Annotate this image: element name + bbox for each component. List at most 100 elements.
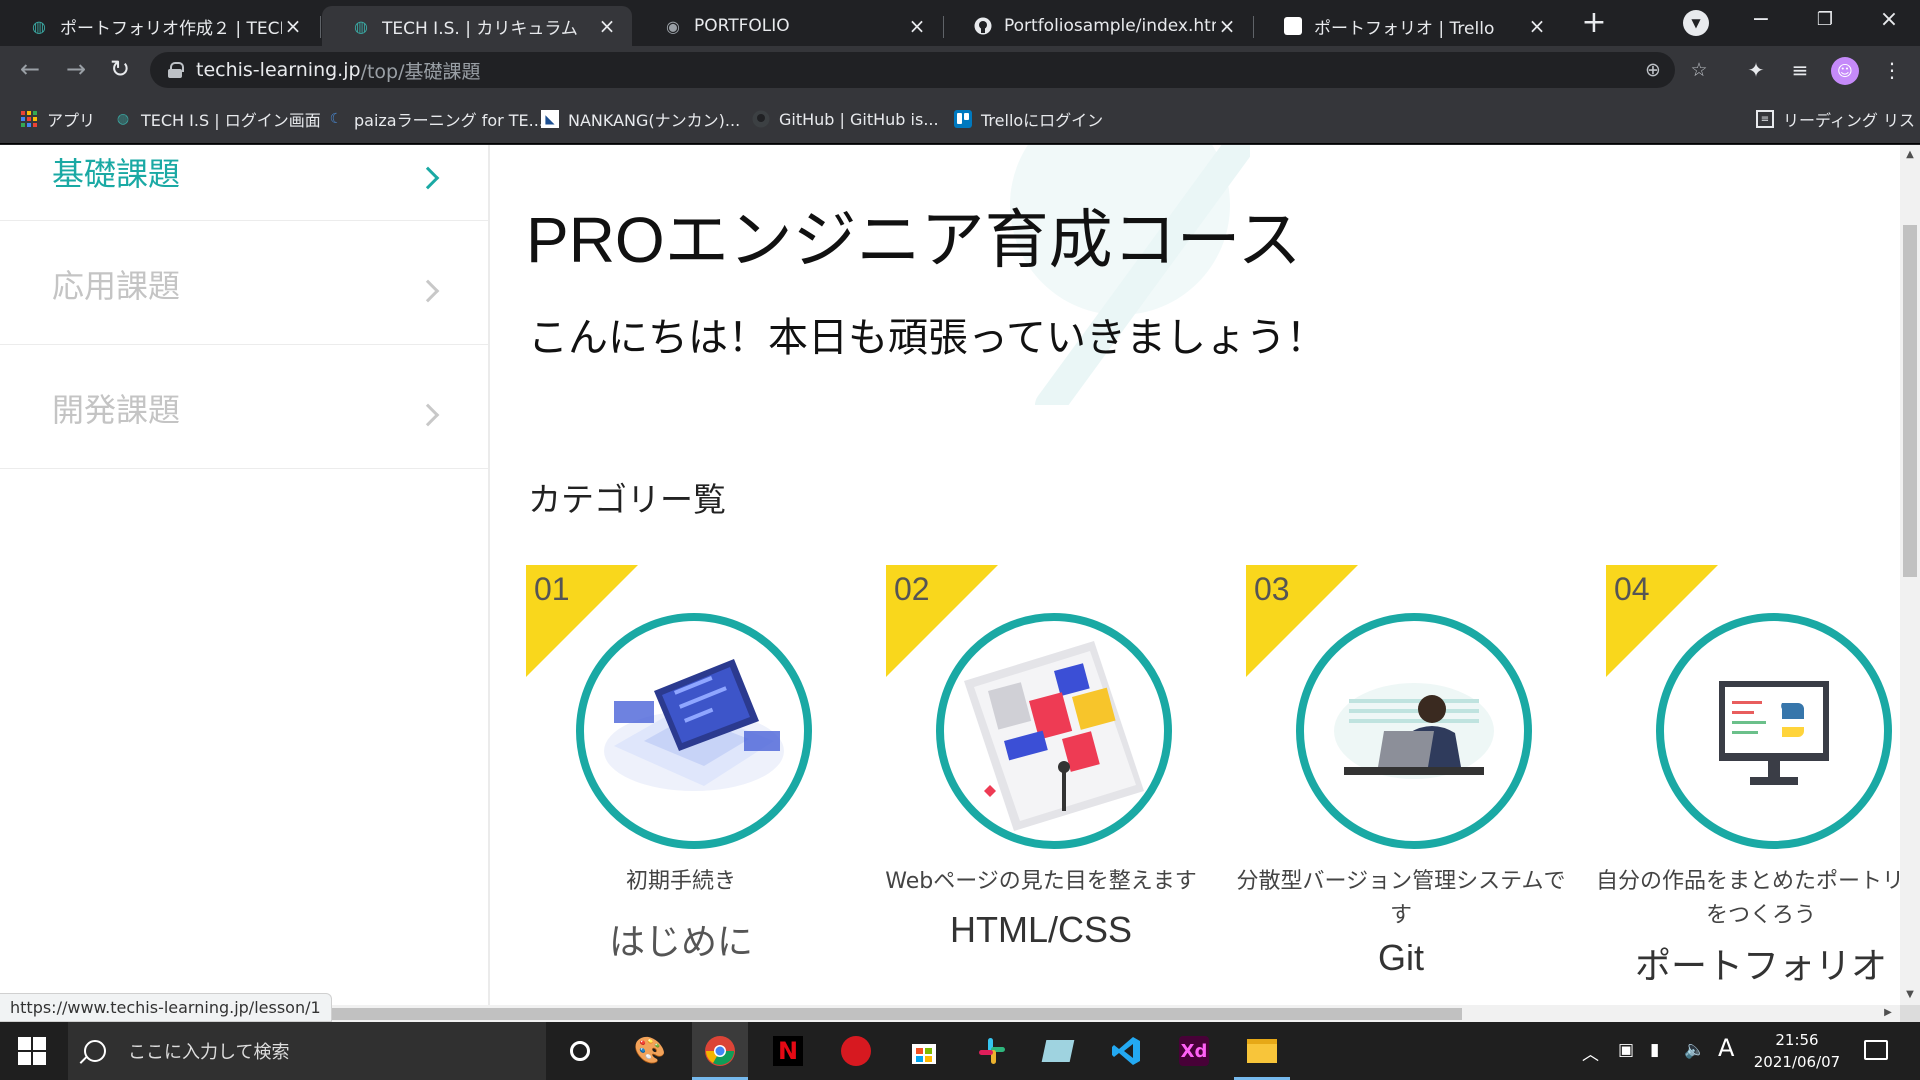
restore-button[interactable]: ❐	[1800, 4, 1850, 38]
bookmark-trello[interactable]: Trelloにログイン	[954, 106, 1103, 132]
forward-button[interactable]: →	[60, 54, 92, 86]
tab-title: Portfoliosample/index.html at	[1004, 16, 1216, 36]
chrome-app-icon[interactable]	[692, 1033, 748, 1080]
card-number: 03	[1254, 571, 1290, 607]
vscode-app-icon[interactable]	[1108, 1033, 1144, 1069]
category-card-portfolio[interactable]: 04 自分の作品をまとめたポートリオをつくろう ポートフォリオ	[1570, 565, 1900, 1005]
chevron-right-icon	[416, 403, 440, 427]
globe-icon: ◍	[116, 111, 130, 127]
bookmark-star-icon[interactable]: ☆	[1688, 60, 1710, 82]
media-control-icon[interactable]: ≡	[1786, 56, 1814, 84]
sidebar-item-development[interactable]: 開発課題	[0, 345, 488, 469]
scroll-right-arrow[interactable]: ▶	[1878, 1003, 1898, 1023]
scrollbar-corner	[1900, 1005, 1920, 1022]
sidebar-item-label: 開発課題	[52, 391, 181, 429]
bookmark-github[interactable]: GitHub | GitHub is...	[752, 106, 939, 132]
bookmark-label: NANKANG(ナンカン)...	[568, 111, 741, 130]
back-button[interactable]: ←	[14, 54, 46, 86]
file-explorer-app-icon[interactable]	[1234, 1033, 1290, 1080]
tab-trello[interactable]: ポートフォリオ | Trello ×	[1254, 6, 1562, 46]
meet-now-icon[interactable]: ▣	[1618, 1040, 1634, 1060]
tab-title: ポートフォリオ作成２ | TECH I.S.	[60, 18, 282, 39]
close-window-button[interactable]: ×	[1864, 4, 1914, 38]
tab-portfolio[interactable]: ◉ PORTFOLIO ×	[634, 6, 942, 46]
card-title: はじめに	[608, 921, 753, 962]
tab-search-icon[interactable]: ▼	[1683, 10, 1709, 36]
tab-curriculum[interactable]: ◍ TECH I.S. | カリキュラム ×	[322, 6, 632, 46]
close-tab-icon[interactable]: ×	[1526, 14, 1548, 38]
bookmark-label: TECH I.S | ログイン画面	[141, 111, 321, 130]
tab-portfolio-2[interactable]: ◍ ポートフォリオ作成２ | TECH I.S. ×	[0, 6, 318, 46]
tab-divider	[320, 16, 321, 38]
reload-button[interactable]: ↻	[104, 54, 136, 86]
url-path: /top/基礎課題	[360, 60, 481, 83]
bookmark-apps[interactable]: アプリ	[20, 106, 95, 132]
extensions-icon[interactable]: ✦	[1742, 56, 1770, 84]
netflix-app-icon[interactable]: N	[770, 1033, 806, 1069]
clock-date: 2021/06/07	[1753, 1053, 1841, 1071]
sidebar-item-applied[interactable]: 応用課題	[0, 221, 488, 345]
close-tab-icon[interactable]: ×	[906, 14, 928, 38]
trello-icon	[954, 110, 972, 128]
web-page: 基礎課題 応用課題 開発課題 PROエンジニア育成コース こんにちは！本日も頑張…	[0, 145, 1900, 1005]
laptop-icon	[576, 613, 812, 849]
vertical-scrollbar[interactable]: ▲ ▼	[1900, 145, 1920, 1005]
sidebar-item-basic[interactable]: 基礎課題	[0, 145, 488, 221]
tab-github[interactable]: Portfoliosample/index.html at ×	[944, 6, 1252, 46]
web-layout-icon	[936, 613, 1172, 849]
taskbar-clock[interactable]: 21:56 2021/06/07	[1742, 1029, 1852, 1073]
windows-taskbar: ここに入力して検索 🎨 N Xd ︿ ▣ ▮ 🔈 A 21:56 2021/06…	[0, 1022, 1920, 1080]
store-app-icon[interactable]	[906, 1033, 942, 1069]
browser-toolbar: ← → ↻ techis-learning.jp /top/基礎課題 ⊕ ☆ ✦…	[0, 46, 1920, 94]
card-number: 02	[894, 571, 930, 607]
vertical-scroll-thumb[interactable]	[1903, 225, 1917, 577]
volume-icon[interactable]: 🔈	[1684, 1040, 1705, 1060]
windows-start-icon[interactable]	[18, 1037, 46, 1065]
network-icon[interactable]: ▮	[1650, 1040, 1659, 1060]
search-icon	[84, 1040, 106, 1062]
bookmarks-bar: アプリ ◍ TECH I.S | ログイン画面 ☾ paizaラーニング for…	[0, 94, 1920, 144]
category-card-git[interactable]: 03 分散型バージョン管理システムです Git	[1210, 565, 1570, 1005]
globe-icon: ◍	[354, 16, 368, 36]
ime-indicator[interactable]: A	[1718, 1034, 1734, 1062]
notification-center-icon[interactable]	[1864, 1040, 1888, 1060]
bookmark-label: アプリ	[47, 111, 96, 130]
monitor-python-icon	[1656, 613, 1892, 849]
card-subtitle: 初期手続き	[625, 869, 736, 894]
zoom-icon[interactable]: ⊕	[1642, 60, 1664, 82]
url-host: techis-learning.jp	[196, 59, 361, 81]
cortana-icon[interactable]	[562, 1033, 598, 1069]
close-tab-icon[interactable]: ×	[282, 14, 304, 38]
bookmark-label: Trelloにログイン	[981, 111, 1104, 130]
adobe-xd-app-icon[interactable]: Xd	[1176, 1033, 1212, 1069]
notes-app-icon[interactable]	[1040, 1033, 1076, 1069]
menu-icon[interactable]: ⋮	[1878, 56, 1906, 84]
address-bar[interactable]: techis-learning.jp /top/基礎課題 ⊕ ☆	[150, 52, 1708, 88]
close-tab-icon[interactable]: ×	[1216, 14, 1238, 38]
bookmark-label: GitHub | GitHub is...	[779, 109, 939, 129]
trello-icon	[1284, 17, 1302, 35]
reading-list-button[interactable]: ≡ リーディング リスト	[1756, 106, 1920, 132]
profile-avatar[interactable]: ☺	[1831, 57, 1859, 85]
security-app-icon[interactable]	[838, 1033, 874, 1069]
category-card-html-css[interactable]: 02 Webページの見た目を整えます HTML/CSS	[850, 565, 1210, 1005]
slack-app-icon[interactable]	[974, 1033, 1010, 1069]
close-tab-icon[interactable]: ×	[596, 14, 618, 38]
github-icon	[974, 17, 992, 35]
show-hidden-icons[interactable]: ︿	[1582, 1040, 1599, 1065]
taskbar-search[interactable]: ここに入力して検索	[68, 1022, 546, 1080]
minimize-button[interactable]: −	[1736, 4, 1786, 38]
taskbar-search-placeholder: ここに入力して検索	[128, 1042, 290, 1063]
bookmark-nankang[interactable]: ◣ NANKANG(ナンカン)...	[541, 106, 740, 132]
category-card-intro[interactable]: 01 初期手続き はじめに	[490, 565, 850, 1005]
scroll-down-arrow[interactable]: ▼	[1900, 985, 1920, 1005]
bookmark-paiza[interactable]: ☾ paizaラーニング for TE...	[327, 106, 544, 132]
bookmark-techis-login[interactable]: ◍ TECH I.S | ログイン画面	[114, 106, 321, 132]
card-number: 01	[534, 571, 570, 607]
new-tab-button[interactable]: +	[1576, 6, 1612, 42]
globe-icon: ◍	[32, 16, 46, 36]
coder-icon	[1296, 613, 1532, 849]
lock-icon	[168, 62, 184, 78]
scroll-up-arrow[interactable]: ▲	[1900, 145, 1920, 165]
paint-app-icon[interactable]: 🎨	[632, 1033, 668, 1069]
